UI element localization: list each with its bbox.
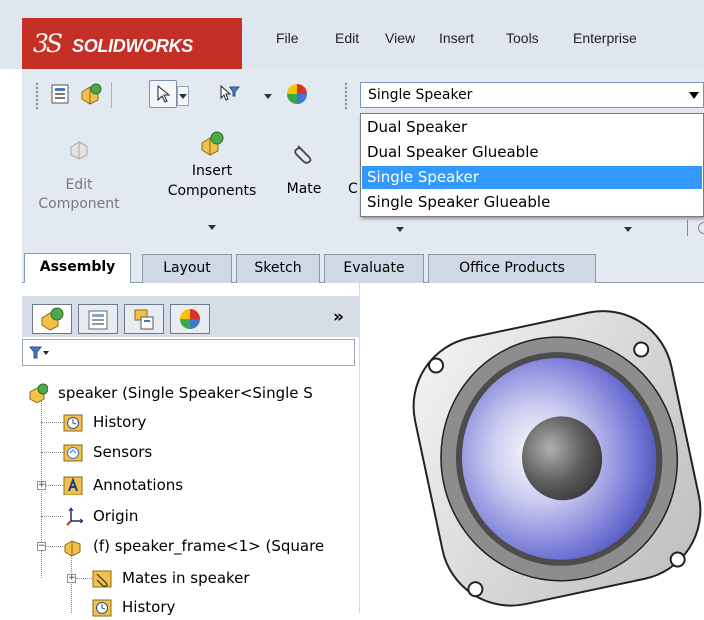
selection-filter-button[interactable] [214, 80, 242, 108]
logo-text: SOLIDWORKS [72, 36, 193, 56]
feature-manager-tab[interactable] [32, 304, 72, 334]
config-option-single-speaker[interactable]: Single Speaker [362, 166, 702, 189]
ribbon-partial-icon [698, 222, 704, 234]
edit-component-icon [70, 141, 88, 160]
property-manager-icon [88, 310, 108, 330]
tree-root-label: speaker (Single Speaker<Single S [58, 384, 313, 402]
annotations-icon [63, 476, 83, 495]
insert-components-button[interactable]: Insert Components [150, 128, 274, 234]
chevron-down-icon [179, 94, 187, 99]
menu-tools[interactable]: Tools [506, 30, 539, 46]
expand-mates-icon[interactable]: + [67, 574, 76, 583]
insert-components-label-2: Components [167, 183, 257, 199]
assembly-icon [81, 83, 102, 105]
feature-filter-bar[interactable] [22, 339, 355, 366]
toolbar-grip[interactable] [344, 82, 348, 110]
configurations-tree-button[interactable] [46, 80, 74, 108]
menu-file[interactable]: File [276, 30, 299, 46]
tree-connector [41, 422, 63, 423]
toolbar-grip[interactable] [35, 82, 39, 110]
sensors-icon [63, 444, 83, 462]
property-manager-tab[interactable] [78, 304, 118, 334]
tab-sketch[interactable]: Sketch [236, 254, 320, 283]
graphics-area[interactable] [361, 283, 704, 613]
ds-logo-glyph: 3S [33, 29, 63, 58]
menu-edit[interactable]: Edit [335, 30, 359, 46]
tab-layout[interactable]: Layout [142, 254, 232, 283]
history-icon [63, 414, 83, 432]
select-arrow-icon [157, 84, 171, 103]
tree-item-label: Mates in speaker [122, 569, 250, 587]
assembly-icon [41, 307, 64, 331]
assembly-icon [29, 383, 48, 403]
config-option-dual-speaker-glueable[interactable]: Dual Speaker Glueable [362, 141, 702, 164]
tree-item-label: History [93, 413, 147, 431]
tree-item-label: Sensors [93, 443, 153, 461]
edit-component-label-1: Edit [65, 177, 93, 193]
part-icon [64, 540, 81, 556]
chevron-down-icon[interactable] [396, 227, 404, 232]
chevron-down-icon[interactable] [264, 94, 272, 99]
tree-connector [46, 485, 63, 486]
history-icon [92, 599, 112, 617]
chevron-down-icon[interactable] [624, 227, 632, 232]
select-dropdown[interactable] [177, 86, 189, 106]
tree-item-label: (f) speaker_frame<1> (Square [93, 537, 325, 555]
solidworks-logo[interactable]: 3S SOLIDWORKS [22, 18, 242, 69]
mate-button[interactable]: Mate [278, 140, 330, 210]
configuration-combobox[interactable]: Single Speaker [360, 82, 704, 108]
expand-panel-button[interactable]: » [333, 307, 344, 327]
color-ball-icon [287, 84, 307, 104]
appearance-button[interactable] [284, 81, 310, 107]
filter-arrow-icon [220, 84, 241, 101]
tree-connector [71, 556, 72, 613]
config-option-dual-speaker[interactable]: Dual Speaker [362, 116, 702, 139]
paperclip-mate-icon [294, 145, 312, 164]
chevron-down-icon[interactable] [208, 225, 216, 230]
tree-connector [76, 578, 92, 579]
ribbon-separator [687, 220, 688, 236]
collapse-speaker-frame-icon[interactable]: − [37, 542, 46, 551]
tree-item-label: Origin [93, 507, 139, 525]
edit-component-label-2: Component [38, 196, 120, 212]
select-button[interactable] [149, 80, 177, 108]
insert-components-label-1: Insert [191, 163, 233, 179]
tab-evaluate[interactable]: Evaluate [324, 254, 424, 283]
assembly-button[interactable] [77, 80, 105, 108]
expand-annotations-icon[interactable]: + [37, 481, 46, 490]
tree-connector [41, 452, 63, 453]
menu-enterprise[interactable]: Enterprise [573, 30, 637, 46]
mates-folder-icon [92, 570, 112, 588]
tree-connector [46, 546, 63, 547]
configuration-dropdown-list[interactable]: Dual Speaker Dual Speaker Glueable Singl… [360, 113, 704, 217]
tree-item-label: Annotations [93, 476, 184, 494]
insert-component-icon [201, 131, 224, 156]
tree-connector [41, 516, 63, 517]
tab-assembly[interactable]: Assembly [24, 253, 131, 283]
config-option-single-speaker-glueable[interactable]: Single Speaker Glueable [362, 191, 702, 214]
speaker-model-view [412, 310, 702, 607]
configuration-manager-tab[interactable] [124, 304, 164, 334]
tree-item-label: History [122, 598, 176, 616]
edit-component-button[interactable]: Edit Component [33, 135, 125, 221]
origin-icon [66, 507, 83, 526]
color-ball-icon [180, 309, 200, 329]
menu-insert[interactable]: Insert [439, 30, 474, 46]
chevron-down-icon[interactable] [689, 92, 699, 99]
filter-icon [29, 346, 49, 359]
configuration-list-icon [51, 84, 69, 104]
ribbon-partial-label: C [348, 181, 358, 197]
configuration-manager-icon [134, 309, 154, 330]
tab-office-products[interactable]: Office Products [428, 254, 596, 283]
toolbar-separator [111, 82, 112, 108]
menu-view[interactable]: View [385, 30, 415, 46]
configuration-current-value: Single Speaker [368, 87, 473, 103]
display-manager-tab[interactable] [170, 304, 210, 334]
mate-label: Mate [286, 181, 322, 197]
